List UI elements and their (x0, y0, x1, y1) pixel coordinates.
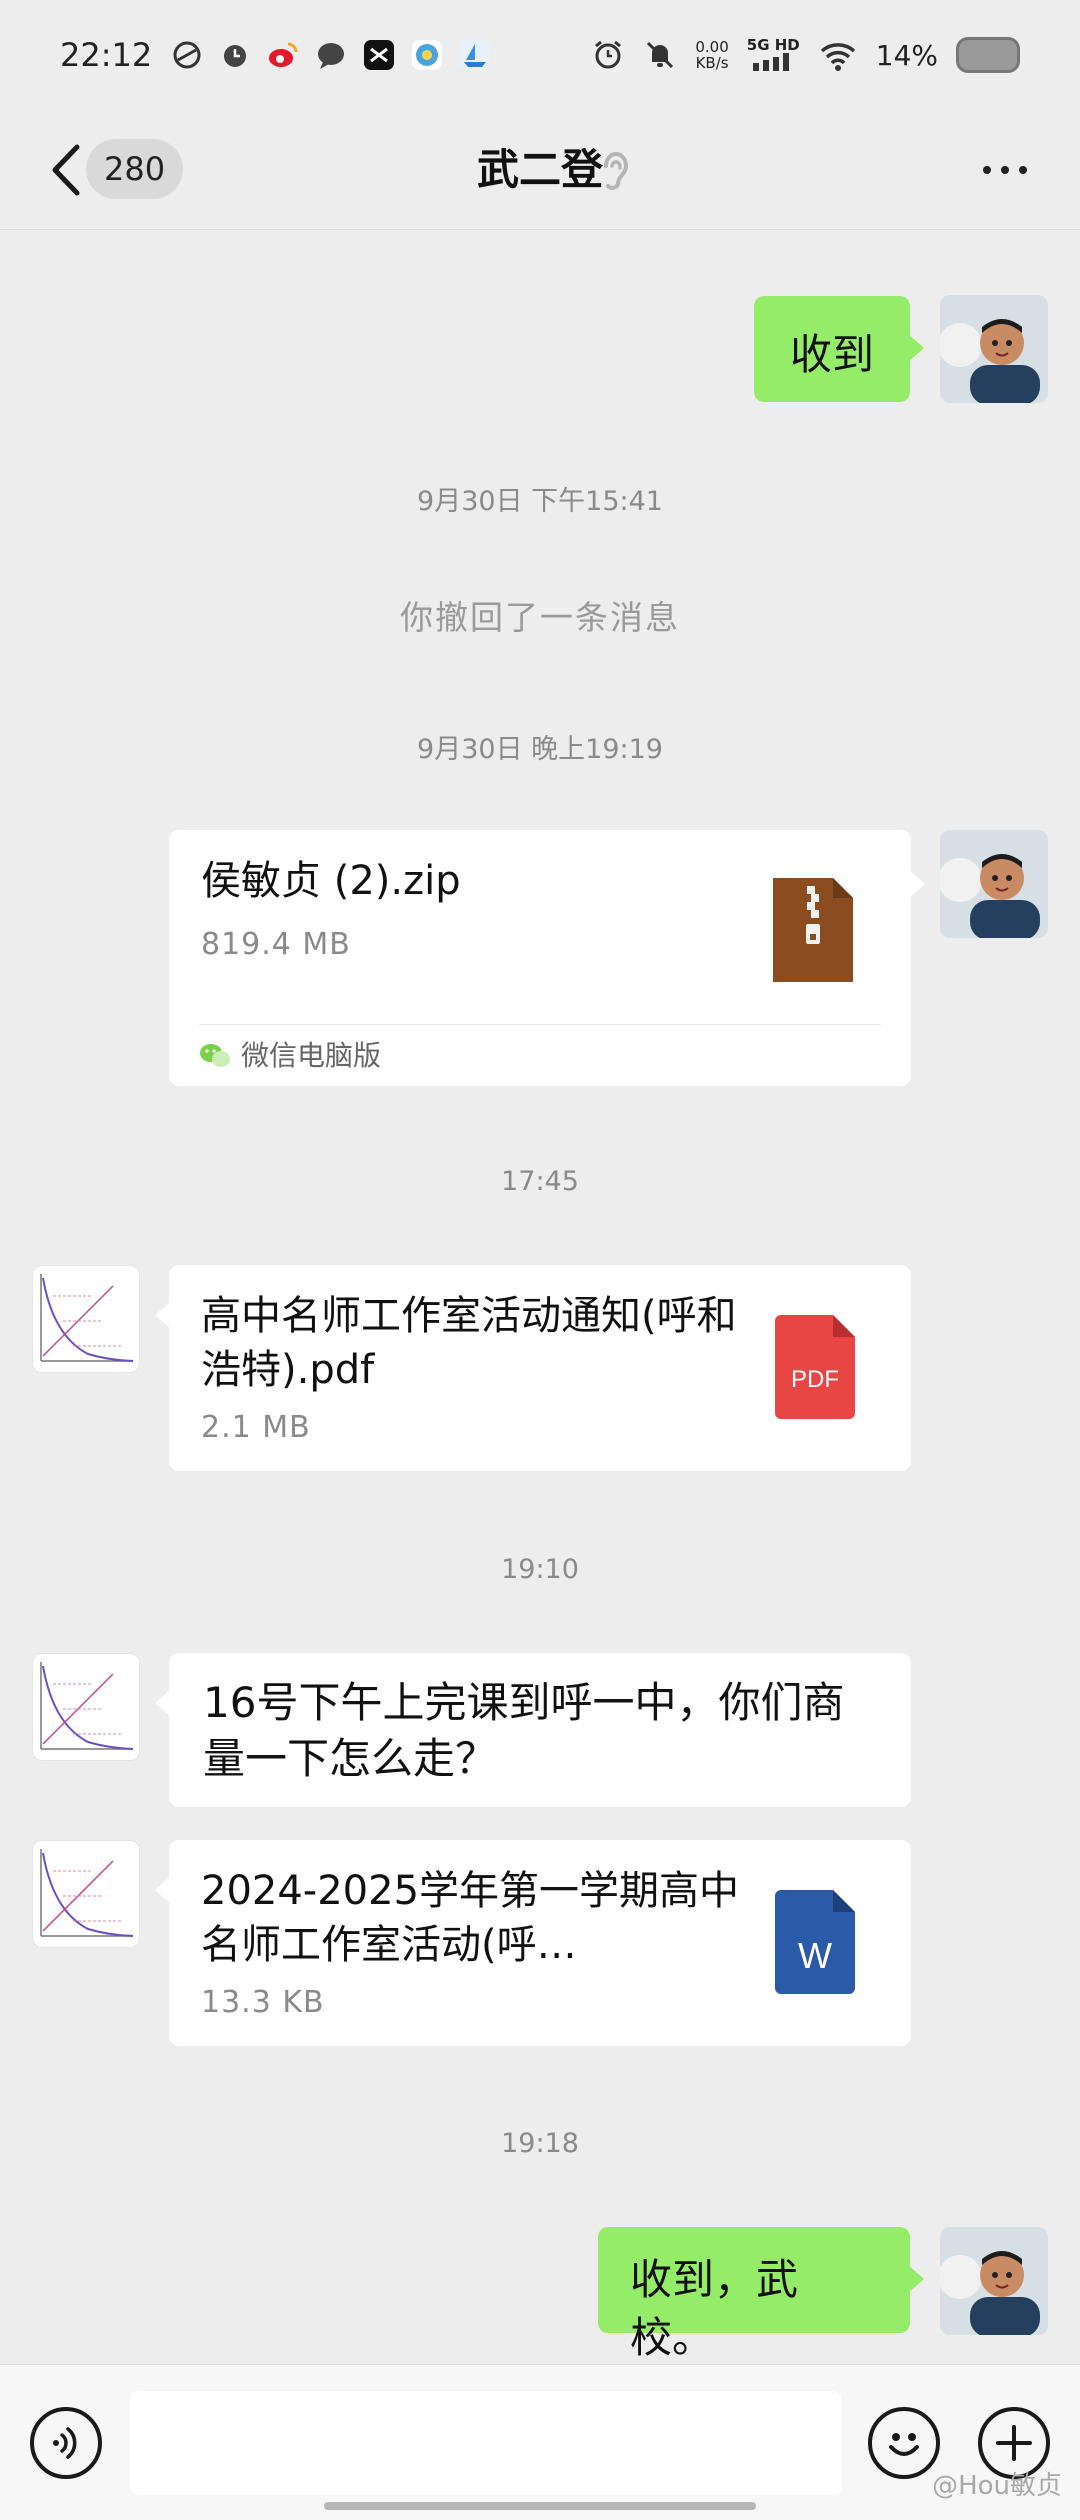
file-size: 13.3 KB (201, 1985, 325, 2020)
more-dot (1019, 166, 1027, 174)
contact-avatar[interactable] (32, 1653, 140, 1761)
file-message-card[interactable]: 侯敏贞 (2).zip 819.4 MB 微信电脑版 (169, 830, 925, 1086)
recall-note: 你撤回了一条消息 (400, 598, 680, 637)
file-name: 高中名师工作室活动通知(呼和浩特).pdf (201, 1293, 737, 1393)
alarm-clock-icon (595, 40, 622, 69)
status-bar: 22:12 0.00 KB/s 5G HD 14% (0, 0, 1080, 110)
net-speed-unit: KB/s (695, 54, 729, 72)
self-message-bubble[interactable]: 收到 (754, 296, 924, 402)
message-icon (318, 43, 345, 69)
self-avatar[interactable] (940, 2227, 1048, 2335)
pdf-file-icon: PDF (775, 1315, 855, 1419)
message-text: 收到，武校。 (630, 2255, 799, 2362)
plus-icon (996, 2425, 1032, 2461)
avatar-photo-icon (940, 830, 1048, 938)
file-info: 高中名师工作室活动通知(呼和浩特).pdf 2.1 MB (201, 1289, 741, 1457)
message-text: 16号下午上完课到呼一中，你们商量一下怎么走？ (203, 1678, 845, 1783)
word-badge: W (798, 1935, 832, 1976)
contact-avatar[interactable] (32, 1840, 140, 1948)
timestamp: 19:10 (501, 1554, 579, 1585)
emoji-icon (889, 2433, 919, 2456)
file-source-label: 微信电脑版 (241, 1038, 382, 1072)
capcut-icon (364, 40, 395, 70)
file-info: 2024-2025学年第一学期高中名师工作室活动(呼… 13.3 KB (201, 1864, 741, 2032)
message-list[interactable]: 收到 9月30日 下午15:41 你撤回了一条消息 9月30日 晚上19:19 … (0, 231, 1080, 2364)
graph-thumbnail-icon (33, 1841, 139, 1947)
graph-thumbnail-icon (33, 1654, 139, 1760)
status-time: 22:12 (60, 36, 153, 74)
alarm-icon (224, 45, 247, 67)
app-boat-icon (460, 40, 491, 70)
self-avatar[interactable] (940, 295, 1048, 403)
emoji-button[interactable] (868, 2407, 940, 2479)
net-speed: 0.00 KB/s (695, 39, 728, 71)
wechat-icon (200, 1043, 230, 1067)
voice-icon (53, 2427, 77, 2459)
battery-icon (956, 37, 1020, 73)
cellular-signal: 5G HD (747, 37, 800, 74)
home-indicator[interactable] (324, 2502, 756, 2510)
timestamp: 17:45 (501, 1166, 579, 1197)
timestamp: 19:18 (501, 2128, 579, 2159)
file-message-card[interactable]: 高中名师工作室活动通知(呼和浩特).pdf 2.1 MB PDF (155, 1265, 911, 1471)
net-speed-value: 0.00 (695, 38, 729, 56)
system-indicators: 0.00 KB/s 5G HD 14% (591, 37, 1020, 74)
file-name: 2024-2025学年第一学期高中名师工作室活动(呼… (201, 1868, 740, 1968)
timestamp: 9月30日 下午15:41 (417, 486, 663, 517)
file-message-card[interactable]: 2024-2025学年第一学期高中名师工作室活动(呼… 13.3 KB W (155, 1840, 911, 2046)
signal-bars-icon (753, 52, 790, 71)
self-message-bubble[interactable]: 收到，武校。 (598, 2227, 924, 2362)
message-text: 收到 (790, 330, 875, 379)
battery-percent: 14% (875, 38, 938, 72)
voice-button[interactable] (30, 2407, 102, 2479)
file-info: 侯敏贞 (2).zip 819.4 MB (201, 854, 721, 974)
self-avatar[interactable] (940, 830, 1048, 938)
more-options-button[interactable] (970, 144, 1040, 196)
file-name: 侯敏贞 (2).zip (201, 858, 461, 904)
watermark: @Hou敏贞 (932, 2471, 1062, 2501)
input-bar: @Hou敏贞 (0, 2364, 1080, 2520)
message-input[interactable] (130, 2391, 842, 2495)
contact-message-bubble[interactable]: 16号下午上完课到呼一中，你们商量一下怎么走？ (155, 1653, 911, 1807)
app-notification-icon (173, 41, 201, 69)
zip-file-icon (773, 878, 853, 982)
ear-icon (604, 152, 629, 190)
chat-title: 武二登 (476, 145, 603, 194)
avatar-photo-icon (940, 295, 1048, 403)
more-dots-icon (983, 166, 991, 174)
app-blue-icon (412, 40, 443, 70)
notification-icons (170, 38, 492, 72)
file-size: 2.1 MB (201, 1410, 311, 1445)
pdf-badge: PDF (791, 1366, 839, 1393)
network-type: 5G HD (746, 35, 800, 54)
wifi-icon (820, 43, 855, 71)
file-source-footer: 微信电脑版 (199, 1024, 881, 1086)
chat-header: 280 武二登 (0, 110, 1080, 230)
weibo-icon (269, 42, 298, 67)
avatar-photo-icon (940, 2227, 1048, 2335)
word-file-icon: W (775, 1890, 855, 1994)
graph-thumbnail-icon (33, 1266, 139, 1372)
mute-bell-icon (647, 41, 674, 69)
timestamp: 9月30日 晚上19:19 (417, 734, 663, 765)
contact-avatar[interactable] (32, 1265, 140, 1373)
file-size: 819.4 MB (201, 927, 351, 962)
more-dot (1001, 166, 1009, 174)
